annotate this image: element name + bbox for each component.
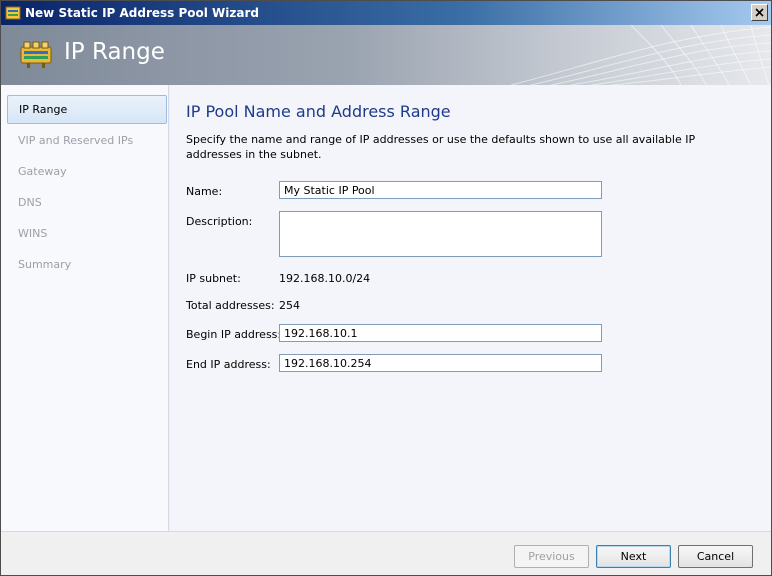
name-input[interactable] (279, 181, 602, 199)
end-ip-label: End IP address: (186, 358, 271, 371)
wizard-page-content: IP Pool Name and Address Range Specify t… (170, 85, 771, 531)
window-title: New Static IP Address Pool Wizard (25, 6, 259, 20)
nav-step-summary[interactable]: Summary (7, 250, 167, 279)
banner-title: IP Range (64, 39, 165, 65)
page-description: Specify the name and range of IP address… (186, 133, 696, 161)
wizard-steps-nav: IP Range VIP and Reserved IPs Gateway DN… (1, 85, 169, 531)
next-button[interactable]: Next (596, 545, 671, 568)
nav-step-gateway[interactable]: Gateway (7, 157, 167, 186)
wizard-app-icon (5, 6, 21, 20)
ip-subnet-value: 192.168.10.0/24 (279, 272, 371, 285)
nav-step-dns[interactable]: DNS (7, 188, 167, 217)
begin-ip-label: Begin IP address: (186, 328, 282, 341)
total-addresses-label: Total addresses: (186, 299, 275, 312)
wizard-window: New Static IP Address Pool Wizard IP Ran… (0, 0, 772, 576)
nav-step-vip-reserved[interactable]: VIP and Reserved IPs (7, 126, 167, 155)
nav-step-wins[interactable]: WINS (7, 219, 167, 248)
end-ip-input[interactable] (279, 354, 602, 372)
ip-subnet-label: IP subnet: (186, 272, 241, 285)
ip-pool-icon (20, 41, 52, 68)
wizard-banner: IP Range (1, 25, 771, 85)
description-label: Description: (186, 215, 253, 228)
banner-decoration (511, 25, 771, 85)
close-button[interactable] (751, 4, 768, 21)
name-label: Name: (186, 185, 223, 198)
description-input[interactable] (279, 211, 602, 257)
previous-button[interactable]: Previous (514, 545, 589, 568)
page-title: IP Pool Name and Address Range (186, 102, 451, 121)
total-addresses-value: 254 (279, 299, 300, 312)
title-bar: New Static IP Address Pool Wizard (1, 1, 771, 25)
nav-step-ip-range[interactable]: IP Range (7, 95, 167, 124)
begin-ip-input[interactable] (279, 324, 602, 342)
wizard-footer: Previous Next Cancel (1, 531, 771, 575)
cancel-button[interactable]: Cancel (678, 545, 753, 568)
close-icon (755, 8, 764, 17)
